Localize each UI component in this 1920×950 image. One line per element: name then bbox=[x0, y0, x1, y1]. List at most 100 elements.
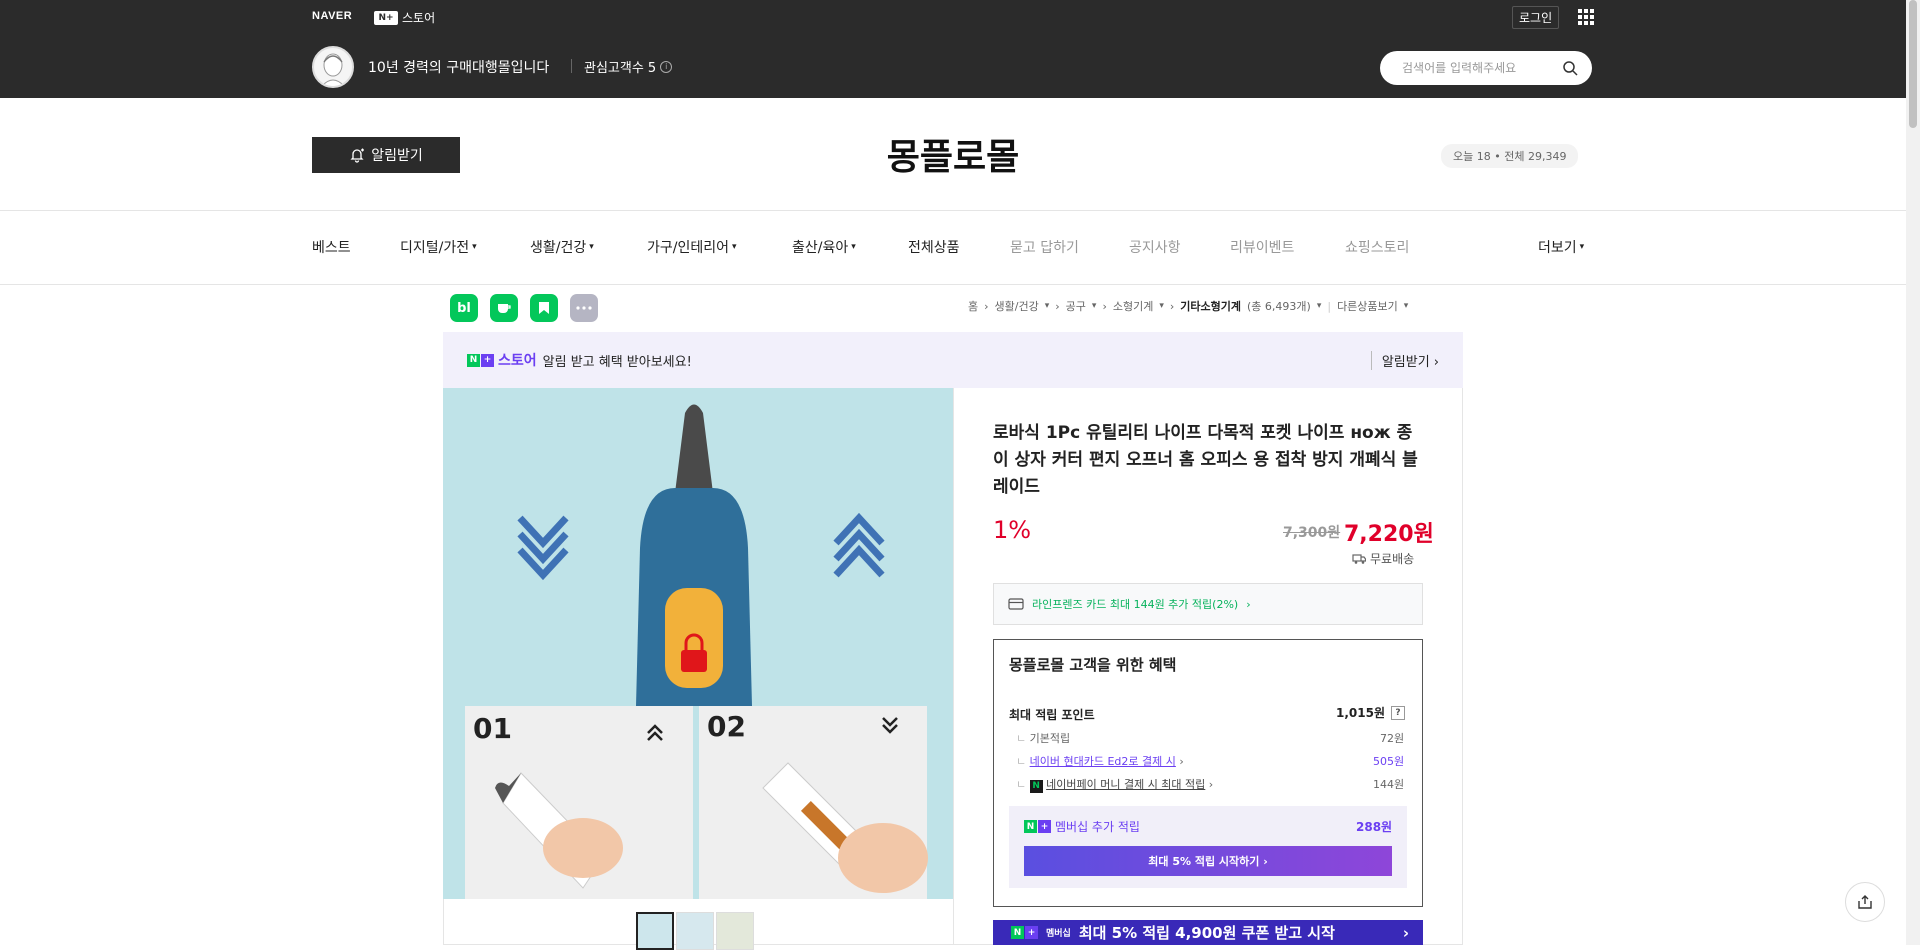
breadcrumb-current[interactable]: 기타소형기계 bbox=[1180, 298, 1241, 314]
nav-all-products[interactable]: 전체상품 bbox=[908, 237, 960, 257]
search-input[interactable] bbox=[1400, 60, 1560, 76]
nav-living[interactable]: 생활/건강 ▾ bbox=[530, 237, 594, 257]
nav-furniture[interactable]: 가구/인테리어 ▾ bbox=[647, 237, 737, 257]
basic-points-label: ㄴ 기본적립 bbox=[1016, 732, 1071, 745]
thumbnail[interactable] bbox=[716, 912, 754, 950]
chevron-right-icon: › bbox=[1208, 778, 1214, 791]
product-title: 로바식 1Pc 유틸리티 나이프 다목적 포켓 나이프 нож 종이 상자 커터… bbox=[993, 423, 1418, 497]
chevron-down-icon[interactable]: ▾ bbox=[1045, 301, 1050, 311]
blog-icon[interactable]: bl bbox=[450, 294, 478, 322]
nav-review-event[interactable]: 리뷰이벤트 bbox=[1230, 237, 1294, 257]
benefit-title: 몽플로몰 고객을 위한 혜택 bbox=[1009, 656, 1177, 674]
share-icon bbox=[1858, 895, 1872, 909]
scrollbar-track[interactable] bbox=[1906, 0, 1920, 945]
max-points-value: 1,015원 bbox=[1336, 706, 1385, 720]
store-description: 10년 경력의 구매대행몰입니다 bbox=[368, 60, 550, 76]
promo-banner[interactable]: N + 스토어 알림 받고 혜택 받아보세요! 알림받기 › bbox=[443, 332, 1463, 388]
chevron-right-icon: › bbox=[1055, 299, 1060, 313]
nav-best[interactable]: 베스트 bbox=[312, 237, 351, 257]
chevron-down-icon[interactable]: ▾ bbox=[1317, 301, 1322, 311]
shipping-info: 무료배송 bbox=[1352, 550, 1414, 567]
original-price: 7,300원 bbox=[1283, 525, 1341, 541]
chevron-down-icon[interactable]: ▾ bbox=[1404, 301, 1409, 311]
card-benefit-banner[interactable]: 라인프렌즈 카드 최대 144원 추가 적립(2%) › bbox=[993, 583, 1423, 625]
hyundai-card-value: 505원 bbox=[1373, 755, 1405, 768]
login-button[interactable]: 로그인 bbox=[1512, 6, 1560, 29]
chevron-down-icon: ▾ bbox=[1579, 242, 1585, 252]
breadcrumb-other-products[interactable]: 다른상품보기 bbox=[1337, 298, 1398, 314]
chevron-right-icon: › bbox=[984, 299, 989, 313]
more-icon[interactable] bbox=[570, 294, 598, 322]
nplus-store-label: 스토어 bbox=[402, 11, 436, 25]
shipping-label: 무료배송 bbox=[1370, 552, 1415, 566]
nav-more[interactable]: 더보기 ▾ bbox=[1538, 237, 1584, 257]
step-1-label: 01 bbox=[473, 712, 512, 745]
basic-points-value: 72원 bbox=[1380, 732, 1405, 745]
product-image[interactable]: 01 02 bbox=[443, 388, 953, 899]
max-points: 1,015원 ? bbox=[1336, 704, 1405, 721]
promo-notify-link[interactable]: 알림받기 › bbox=[1370, 351, 1439, 370]
nplus-icon: N+ bbox=[1011, 926, 1038, 939]
visitor-count: 오늘 18 • 전체 29,349 bbox=[1441, 144, 1579, 168]
store-name[interactable]: 몽플로몰 bbox=[0, 128, 1906, 180]
npay-value: 144원 bbox=[1373, 778, 1405, 791]
chevron-right-icon: › bbox=[1102, 299, 1107, 313]
chevron-down-icon: ▾ bbox=[732, 242, 737, 252]
banner-text: 최대 5% 적립 4,900원 쿠폰 받고 시작 bbox=[1078, 924, 1335, 942]
nplus-icon: N+ bbox=[467, 353, 494, 367]
nplus-store-logo: N + 스토어 bbox=[467, 350, 537, 370]
nav-divider-line bbox=[0, 284, 1906, 285]
membership-label: 멤버십 추가 적립 bbox=[1055, 820, 1140, 834]
chevron-down-icon: ▾ bbox=[589, 242, 594, 252]
chevron-right-icon: › bbox=[1179, 755, 1184, 768]
chevron-down-icon: ▾ bbox=[851, 242, 856, 252]
breadcrumb-tools[interactable]: 공구 bbox=[1066, 298, 1086, 314]
naver-logo[interactable]: NAVER bbox=[312, 10, 352, 22]
membership-coupon-banner[interactable]: N + 멤버십 최대 5% 적립 4,900원 쿠폰 받고 시작 › bbox=[993, 920, 1423, 945]
nav-qna[interactable]: 묻고 답하기 bbox=[1010, 237, 1079, 257]
npay-link[interactable]: 네이버페이 머니 결제 시 최대 적립 bbox=[1046, 778, 1205, 791]
credit-card-icon bbox=[1008, 598, 1024, 610]
nav-notice[interactable]: 공지사항 bbox=[1129, 237, 1181, 257]
hyundai-card-link[interactable]: 네이버 현대카드 Ed2로 결제 시 bbox=[1030, 755, 1176, 768]
info-icon[interactable]: i bbox=[660, 60, 673, 73]
thumbnail[interactable] bbox=[636, 912, 674, 950]
nav-shopping-story[interactable]: 쇼핑스토리 bbox=[1345, 237, 1409, 257]
store-avatar[interactable] bbox=[312, 46, 354, 88]
chevron-right-icon: › bbox=[1246, 597, 1251, 611]
cafe-icon[interactable] bbox=[490, 294, 518, 322]
breadcrumb-count: (총 6,493개) bbox=[1247, 300, 1311, 313]
share-button[interactable] bbox=[1845, 882, 1885, 922]
chevron-down-icon[interactable]: ▾ bbox=[1092, 301, 1097, 311]
promo-brand: 스토어 bbox=[498, 353, 537, 369]
breadcrumb-small-machine[interactable]: 소형기계 bbox=[1113, 298, 1153, 314]
scrollbar-thumb[interactable] bbox=[1909, 0, 1917, 128]
help-icon[interactable]: ? bbox=[1391, 705, 1405, 720]
chevron-right-icon: › bbox=[1402, 923, 1409, 942]
chevron-down-icon: ▾ bbox=[472, 242, 477, 252]
chevron-down-icon[interactable]: ▾ bbox=[1159, 301, 1164, 311]
hyundai-card-row[interactable]: ㄴ 네이버 현대카드 Ed2로 결제 시 › bbox=[1016, 753, 1184, 769]
truck-icon bbox=[1352, 553, 1366, 564]
step-2-label: 02 bbox=[707, 710, 746, 743]
max-points-label: 최대 적립 포인트 bbox=[1009, 708, 1095, 722]
thumbnail[interactable] bbox=[676, 912, 714, 950]
top-header bbox=[0, 0, 1906, 98]
bookmark-icon[interactable] bbox=[530, 294, 558, 322]
membership-row: N + 멤버십 추가 적립 bbox=[1024, 818, 1140, 835]
breadcrumb-home[interactable]: 홈 bbox=[968, 298, 978, 314]
nav-digital[interactable]: 디지털/가전 ▾ bbox=[400, 237, 477, 257]
banner-tag: 멤버십 bbox=[1046, 929, 1071, 939]
membership-start-button[interactable]: 최대 5% 적립 시작하기 › bbox=[1024, 846, 1392, 876]
npay-row[interactable]: ㄴ N 네이버페이 머니 결제 시 최대 적립 › bbox=[1016, 776, 1213, 793]
card-benefit-text: 라인프렌즈 카드 최대 144원 추가 적립(2%) bbox=[1032, 598, 1239, 611]
nplus-icon: N+ bbox=[374, 10, 398, 25]
apps-grid-icon[interactable] bbox=[1578, 9, 1594, 25]
header-divider bbox=[571, 59, 572, 73]
fans-label: 관심고객수 5 bbox=[584, 61, 657, 76]
nav-baby[interactable]: 출산/육아 ▾ bbox=[792, 237, 856, 257]
search-icon[interactable] bbox=[1562, 60, 1578, 76]
fans-count[interactable]: 관심고객수 5 i bbox=[584, 57, 673, 76]
nplus-store-logo[interactable]: N+ 스토어 bbox=[374, 9, 435, 26]
breadcrumb-living[interactable]: 생활/건강 bbox=[995, 298, 1039, 314]
